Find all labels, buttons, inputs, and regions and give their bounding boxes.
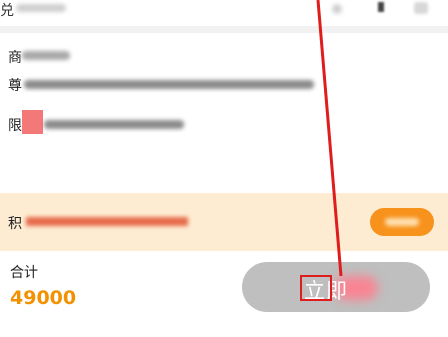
desc-line-3-blurred: [44, 120, 184, 129]
redeem-now-button[interactable]: 立即: [242, 262, 430, 312]
earn-points-button[interactable]: [370, 208, 434, 236]
description-section: 商 尊 限: [0, 33, 448, 193]
desc-line-2-char: 尊: [8, 78, 22, 94]
more-icon[interactable]: [378, 2, 384, 12]
points-label: 积: [8, 216, 22, 232]
share-icon[interactable]: [332, 4, 342, 14]
points-warning: [26, 217, 188, 226]
total-label: 合计: [10, 265, 38, 281]
desc-heading: 商: [8, 50, 22, 66]
section-divider: [0, 26, 448, 33]
product-header: 兑: [0, 0, 448, 26]
product-title-blurred: [16, 4, 66, 12]
total-value: 49000: [10, 287, 77, 309]
points-ribbon: 积: [0, 193, 448, 251]
product-title: 兑: [0, 3, 14, 19]
annotation-box: [300, 275, 332, 301]
desc-heading-blurred: [22, 51, 70, 60]
desc-line-2-blurred: [24, 80, 314, 89]
earn-points-button-label: [385, 218, 419, 226]
desc-line-3-char: 限: [8, 118, 22, 134]
limit-highlight: [22, 110, 43, 134]
close-icon[interactable]: [414, 2, 428, 14]
